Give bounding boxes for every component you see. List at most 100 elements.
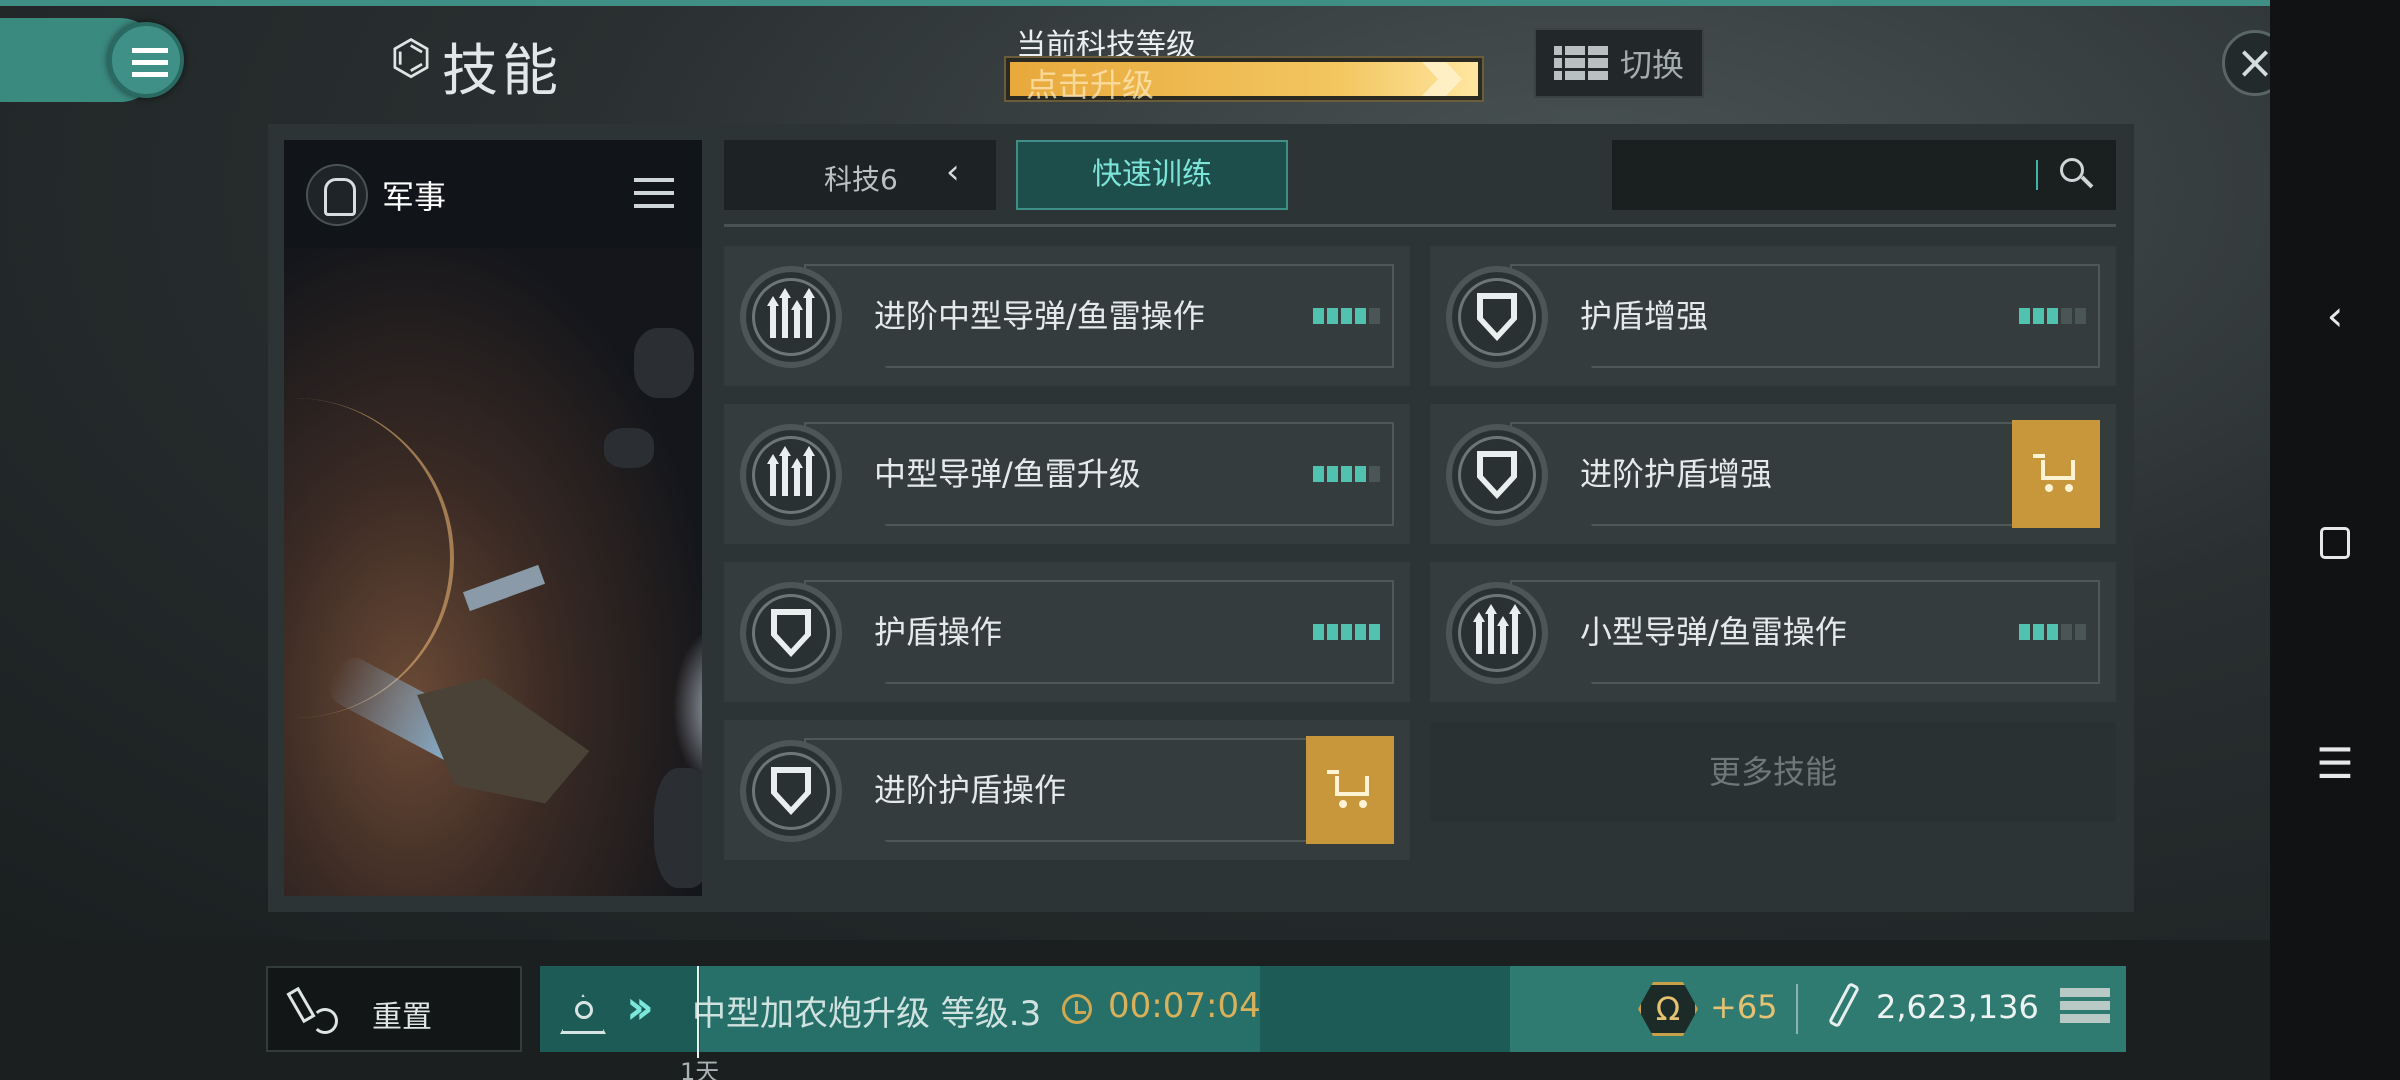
level-pip: [1327, 466, 1338, 482]
home-button[interactable]: [2305, 510, 2365, 570]
level-pip: [1341, 466, 1352, 482]
skill-card[interactable]: 中型导弹/鱼雷升级: [724, 404, 1410, 544]
omega-icon: Ω: [1638, 982, 1698, 1036]
level-pip: [2033, 624, 2044, 640]
skill-points-icon: [1827, 981, 1861, 1032]
queue-menu-icon[interactable]: [2060, 988, 2110, 1032]
shield-icon: [740, 582, 842, 684]
level-pip: [1355, 466, 1366, 482]
level-pip: [1313, 308, 1324, 324]
level-pip: [1313, 466, 1324, 482]
skill-card[interactable]: 护盾操作: [724, 562, 1410, 702]
level-pip: [2019, 624, 2030, 640]
skill-name: 中型导弹/鱼雷升级: [874, 455, 1141, 493]
text-caret: [2036, 160, 2038, 190]
level-pip: [1341, 624, 1352, 640]
dna-icon: ⌬: [390, 30, 432, 86]
recents-button[interactable]: ☰: [2305, 734, 2365, 794]
reset-button[interactable]: 重置: [266, 966, 522, 1052]
buy-skill-button[interactable]: [2012, 420, 2100, 528]
category-menu-icon[interactable]: [634, 178, 674, 217]
quick-train-button[interactable]: 快速训练: [1016, 140, 1288, 210]
day-label: 1天: [680, 1058, 720, 1080]
skill-card[interactable]: 护盾增强: [1430, 246, 2116, 386]
shield-icon: [1446, 266, 1548, 368]
top-accent-line: [0, 0, 2270, 6]
tech-tab-label: 科技6: [824, 163, 898, 196]
separator: [1796, 984, 1798, 1034]
more-skills-button[interactable]: 更多技能: [1430, 722, 2116, 822]
shield-icon: [740, 740, 842, 842]
level-pip: [1313, 624, 1324, 640]
recents-icon: ☰: [2316, 739, 2354, 788]
skill-level-pips: [1313, 466, 1380, 482]
buy-skill-button[interactable]: [1306, 736, 1394, 844]
level-pip: [2033, 308, 2044, 324]
tech-upgrade-bar[interactable]: 点击升级: [1004, 56, 1484, 104]
close-icon: ×: [2235, 35, 2275, 89]
military-icon: [306, 164, 368, 226]
queue-time: 00:07:04: [1108, 986, 1261, 1026]
level-pip: [2061, 308, 2072, 324]
double-chevron-icon: ››: [626, 980, 654, 1034]
asteroid: [604, 428, 654, 468]
reset-label: 重置: [372, 1000, 432, 1035]
skill-card[interactable]: 进阶中型导弹/鱼雷操作: [724, 246, 1410, 386]
switch-label: 切换: [1619, 46, 1684, 84]
switch-button[interactable]: 切换: [1534, 28, 1704, 98]
queue-skill-name: 中型加农炮升级 等级.3: [692, 994, 1042, 1034]
missiles-icon: [1446, 582, 1548, 684]
level-pip: [2075, 308, 2086, 324]
skill-card[interactable]: 进阶护盾增强: [1430, 404, 2116, 544]
cart-icon: [2033, 454, 2079, 494]
level-pip: [2047, 308, 2058, 324]
skill-name: 进阶护盾操作: [874, 771, 1067, 809]
level-pip: [1369, 308, 1380, 324]
category-card[interactable]: 军事: [284, 140, 702, 896]
skill-card[interactable]: 进阶护盾操作: [724, 720, 1410, 860]
main-menu-button[interactable]: [108, 22, 184, 98]
grid-view-icon: [1553, 46, 1608, 80]
category-artwork: [284, 248, 702, 896]
skill-name: 进阶护盾增强: [1580, 455, 1773, 493]
home-icon: [2320, 526, 2350, 559]
chevron-left-icon: ‹: [946, 152, 960, 192]
day-tick: [697, 966, 699, 1058]
upgrade-label: 点击升级: [1026, 66, 1155, 104]
skill-name: 护盾操作: [874, 613, 1003, 651]
level-pip: [2047, 624, 2058, 640]
menu-bar: [132, 72, 168, 77]
divider: [724, 224, 2116, 227]
spaceship-small: [462, 564, 546, 612]
level-pip: [1341, 308, 1352, 324]
skill-card[interactable]: 小型导弹/鱼雷操作: [1430, 562, 2116, 702]
cart-icon: [1327, 770, 1373, 810]
clock-icon: [1062, 994, 1092, 1024]
level-pip: [1369, 466, 1380, 482]
missiles-icon: [740, 424, 842, 526]
missiles-icon: [740, 266, 842, 368]
level-pip: [1355, 624, 1366, 640]
skill-level-pips: [1313, 624, 1380, 640]
level-pip: [2075, 624, 2086, 640]
back-icon: ‹: [2326, 291, 2344, 340]
level-pip: [1327, 308, 1338, 324]
menu-bar: [132, 48, 168, 53]
level-pip: [1369, 624, 1380, 640]
training-queue[interactable]: ›› 中型加农炮升级 等级.3 00:07:04 Ω +65 2,623,136: [540, 966, 2126, 1052]
asteroid: [654, 768, 702, 888]
skill-name: 小型导弹/鱼雷操作: [1580, 613, 1847, 651]
skill-level-pips: [2019, 308, 2086, 324]
back-button[interactable]: ‹: [2305, 286, 2365, 346]
skill-name: 进阶中型导弹/鱼雷操作: [874, 297, 1205, 335]
category-header: 军事: [284, 140, 702, 248]
search-icon[interactable]: [2060, 158, 2096, 194]
skill-name: 护盾增强: [1580, 297, 1709, 335]
tech-level-tab[interactable]: 科技6 ‹: [724, 140, 996, 210]
level-pip: [2061, 624, 2072, 640]
search-input[interactable]: [1612, 140, 2116, 210]
menu-bar: [132, 60, 168, 65]
reset-icon: [286, 982, 344, 1038]
skill-level-pips: [2019, 624, 2086, 640]
omega-bonus: +65: [1710, 988, 1778, 1026]
